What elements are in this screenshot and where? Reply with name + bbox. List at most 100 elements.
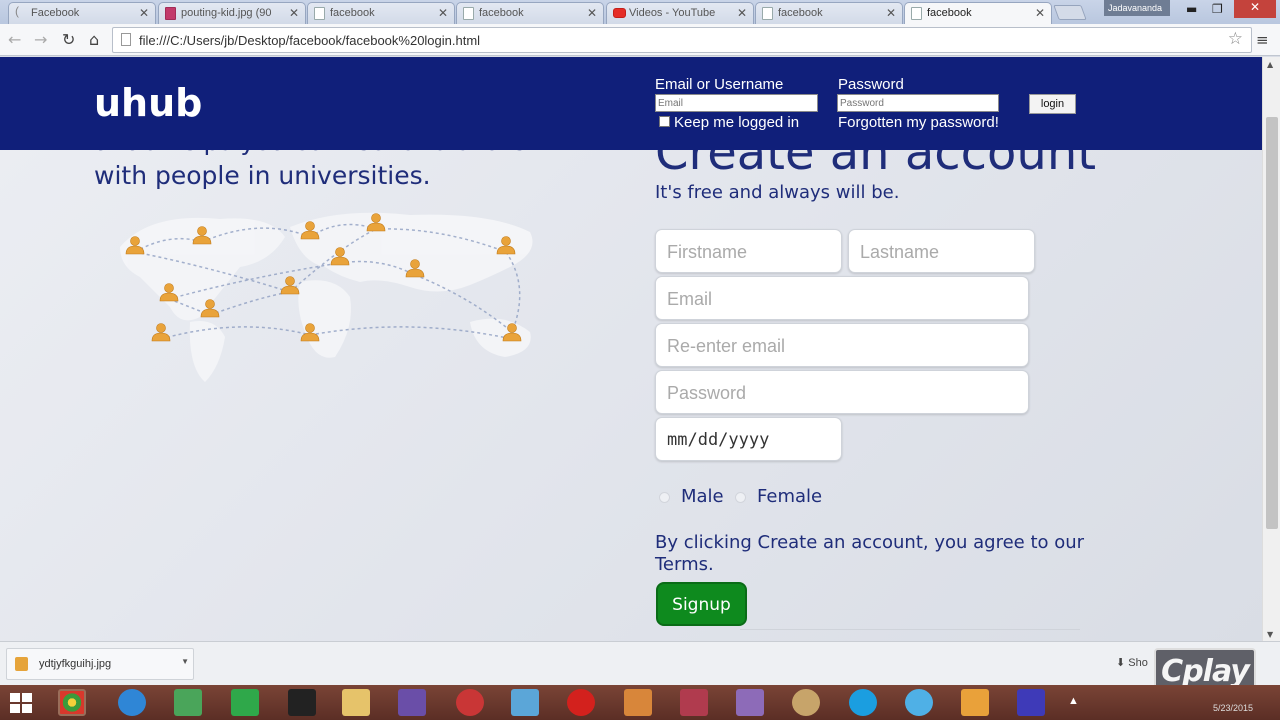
youtube-icon xyxy=(613,8,626,18)
windows-start-icon[interactable] xyxy=(10,693,32,713)
tab-facebook-active[interactable]: facebook ✕ xyxy=(904,2,1052,25)
tab-label: facebook xyxy=(330,7,375,19)
gender-male-label: Male xyxy=(681,486,724,507)
scroll-down-icon[interactable]: ▼ xyxy=(1267,630,1273,639)
tab-label: facebook xyxy=(479,7,524,19)
chevron-down-icon[interactable]: ▼ xyxy=(181,657,189,666)
tab-label: Facebook xyxy=(31,7,80,19)
tab-label: facebook xyxy=(778,7,823,19)
new-tab-button[interactable] xyxy=(1053,5,1087,20)
show-all-label: Sho xyxy=(1128,657,1148,669)
back-icon[interactable]: ← xyxy=(8,30,21,49)
scroll-thumb[interactable] xyxy=(1266,117,1278,529)
photo-viewer-icon[interactable] xyxy=(174,689,202,716)
page-icon xyxy=(463,7,474,20)
close-tab-icon[interactable]: ✕ xyxy=(139,6,149,20)
tab-pouting-kid[interactable]: pouting-kid.jpg (90 ✕ xyxy=(158,2,306,24)
tab-label: pouting-kid.jpg (90 xyxy=(181,7,272,19)
tray-chevron-icon[interactable]: ▲ xyxy=(1068,695,1079,707)
image-file-icon xyxy=(15,657,28,671)
login-email-input[interactable] xyxy=(655,94,818,112)
command-prompt-icon[interactable] xyxy=(288,689,316,716)
gender-male-radio[interactable] xyxy=(659,492,670,503)
tab-youtube[interactable]: Videos - YouTube ✕ xyxy=(606,2,754,24)
keep-logged-in-label: Keep me logged in xyxy=(674,114,800,131)
close-tab-icon[interactable]: ✕ xyxy=(1035,6,1045,20)
chrome-taskbar-icon[interactable] xyxy=(58,689,86,716)
internet-explorer-icon[interactable] xyxy=(118,689,146,716)
page-icon xyxy=(121,33,131,46)
app-icon[interactable] xyxy=(680,689,708,716)
bookmark-star-icon[interactable]: ☆ xyxy=(1228,29,1243,49)
download-item[interactable]: ydtjyfkguihj.jpg ▼ xyxy=(6,648,194,680)
address-text: file:///C:/Users/jb/Desktop/facebook/fac… xyxy=(139,33,481,48)
email-field[interactable]: Email xyxy=(655,276,1029,320)
reenter-email-field[interactable]: Re-enter email xyxy=(655,323,1029,367)
tray-date[interactable]: 5/23/2015 xyxy=(1213,703,1253,713)
tab-strip: ( Facebook ✕ pouting-kid.jpg (90 ✕ faceb… xyxy=(0,0,1280,25)
close-window-icon[interactable]: ✕ xyxy=(1234,0,1276,18)
tab-facebook-2[interactable]: facebook ✕ xyxy=(307,2,455,24)
close-tab-icon[interactable]: ✕ xyxy=(737,6,747,20)
show-all-downloads-link[interactable]: ⬇ Sho xyxy=(1116,656,1148,669)
home-icon[interactable]: ⌂ xyxy=(89,30,99,49)
tagline-line2: with people in universities. xyxy=(94,161,431,190)
password-label: Password xyxy=(838,76,904,93)
page-viewport: uhub helps you connect and share with pe… xyxy=(0,57,1262,641)
minimize-icon[interactable]: ▬ xyxy=(1186,2,1197,16)
opera-icon[interactable] xyxy=(567,689,595,716)
email-label: Email or Username xyxy=(655,76,784,93)
palette-icon[interactable] xyxy=(792,689,820,716)
file-explorer-icon[interactable] xyxy=(342,689,370,716)
notepad-icon[interactable] xyxy=(511,689,539,716)
page-scrollbar[interactable]: ▲ ▼ xyxy=(1262,57,1280,641)
login-password-input[interactable] xyxy=(837,94,999,112)
address-bar[interactable]: file:///C:/Users/jb/Desktop/facebook/fac… xyxy=(112,27,1252,53)
lastname-field[interactable]: Lastname xyxy=(848,229,1035,273)
menu-icon[interactable]: ≡ xyxy=(1256,31,1269,49)
app-icon[interactable] xyxy=(624,689,652,716)
divider xyxy=(740,629,1080,630)
close-tab-icon[interactable]: ✕ xyxy=(886,6,896,20)
forward-icon[interactable]: → xyxy=(34,30,47,49)
signup-button[interactable]: Signup xyxy=(656,582,747,626)
video-player-icon[interactable] xyxy=(961,689,989,716)
page-icon xyxy=(762,7,773,20)
firstname-field[interactable]: Firstname xyxy=(655,229,842,273)
visual-studio-icon[interactable] xyxy=(398,689,426,716)
site-logo[interactable]: uhub xyxy=(94,81,202,125)
tab-label: Videos - YouTube xyxy=(629,7,716,19)
login-button[interactable]: login xyxy=(1029,94,1076,114)
tab-facebook-1[interactable]: ( Facebook ✕ xyxy=(8,2,156,24)
store-icon[interactable] xyxy=(231,689,259,716)
birthday-date-field[interactable]: mm/dd/yyyy xyxy=(655,417,842,461)
forgot-password-link[interactable]: Forgotten my password! xyxy=(838,114,999,131)
windows-taskbar: ▲ 5/23/2015 xyxy=(0,685,1280,720)
scroll-up-icon[interactable]: ▲ xyxy=(1267,60,1273,69)
tab-facebook-4[interactable]: facebook ✕ xyxy=(755,2,903,24)
close-tab-icon[interactable]: ✕ xyxy=(438,6,448,20)
profile-badge[interactable]: Jadavananda xyxy=(1104,0,1170,16)
page-icon xyxy=(314,7,325,20)
terms-text: By clicking Create an account, you agree… xyxy=(655,532,1085,575)
network-globe-icon[interactable] xyxy=(905,689,933,716)
media-app-icon[interactable] xyxy=(456,689,484,716)
password-field[interactable]: Password xyxy=(655,370,1029,414)
paint-icon[interactable] xyxy=(736,689,764,716)
download-bar: ydtjyfkguihj.jpg ▼ ⬇ Sho xyxy=(0,641,1280,685)
tab-label: facebook xyxy=(927,7,972,19)
close-tab-icon[interactable]: ✕ xyxy=(289,6,299,20)
settings-gear-icon[interactable] xyxy=(1017,689,1045,716)
tab-facebook-3[interactable]: facebook ✕ xyxy=(456,2,604,24)
browser-toolbar: ← → ↻ ⌂ file:///C:/Users/jb/Desktop/face… xyxy=(0,24,1280,56)
gender-female-label: Female xyxy=(757,486,823,507)
world-network-map xyxy=(120,212,533,382)
restore-icon[interactable]: ❐ xyxy=(1212,2,1223,16)
reload-icon[interactable]: ↻ xyxy=(62,30,75,49)
page-icon xyxy=(911,7,922,20)
gender-female-radio[interactable] xyxy=(735,492,746,503)
download-filename: ydtjyfkguihj.jpg xyxy=(39,658,112,670)
keep-logged-in-checkbox[interactable] xyxy=(659,116,670,127)
close-tab-icon[interactable]: ✕ xyxy=(587,6,597,20)
skype-icon[interactable] xyxy=(849,689,877,716)
